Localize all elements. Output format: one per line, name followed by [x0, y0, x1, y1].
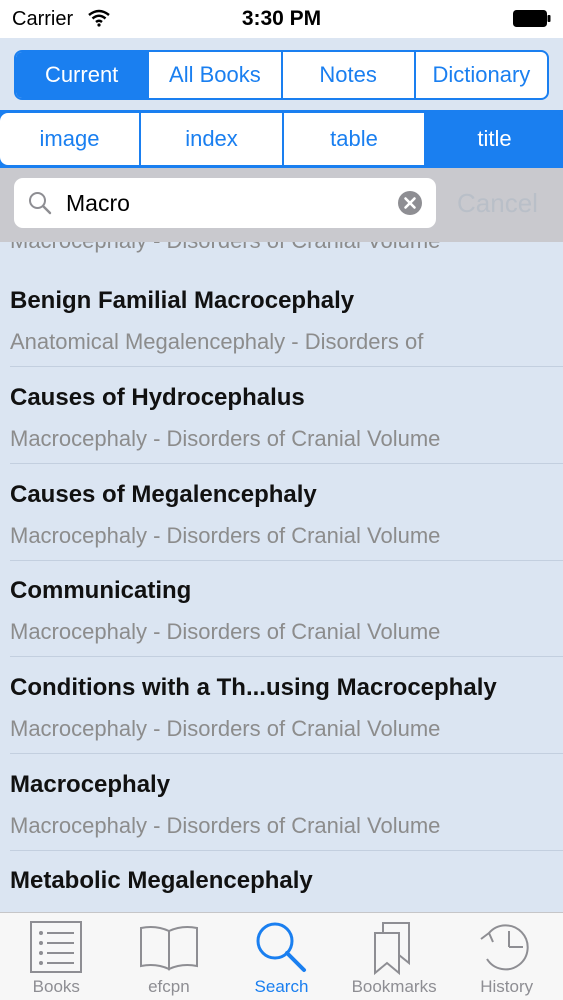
tab-current[interactable]: Current [16, 52, 148, 98]
list-item[interactable]: Conditions with a Th...using Macrocephal… [0, 629, 563, 754]
tab-bar-history[interactable]: History [450, 913, 563, 1000]
tab-all-books-label: All Books [169, 62, 261, 87]
screen: Carrier 3:30 PM Current All Books Notes … [0, 0, 563, 1000]
tab-dictionary-label: Dictionary [432, 62, 531, 87]
list-item[interactable]: Benign Familial Macrocephaly Anatomical … [0, 242, 563, 367]
tab-bar-bookmarks-label: Bookmarks [351, 977, 437, 996]
tab-bar-search-label: Search [254, 977, 309, 996]
scope-segmented-control: Current All Books Notes Dictionary [14, 50, 549, 100]
list-item-title: Metabolic Megalencephaly [10, 867, 313, 894]
tab-bar-books-label: Books [32, 977, 80, 996]
list-item[interactable]: Communicating Macrocephaly - Disorders o… [0, 532, 563, 657]
tab-bar-books[interactable]: Books [0, 913, 113, 1000]
tab-title[interactable]: title [424, 113, 563, 165]
status-bar: Carrier 3:30 PM [0, 0, 563, 38]
tab-title-label: title [477, 126, 512, 151]
list-item-title: Macrocephaly [10, 771, 171, 798]
list-item-title: Benign Familial Macrocephaly [10, 287, 355, 314]
tab-bar-efcpn-label: efcpn [148, 977, 190, 996]
tab-index[interactable]: index [139, 113, 282, 165]
results-list: Macrocephaly - Disorders of Cranial Volu… [0, 242, 563, 912]
list-item[interactable]: Metabolic Megalencephaly [0, 822, 563, 912]
bookmarks-icon [374, 922, 411, 976]
search-field[interactable] [14, 178, 436, 228]
list-item-title: Causes of Hydrocephalus [10, 384, 305, 411]
book-icon [139, 926, 198, 971]
list-item-title: Causes of Megalencephaly [10, 481, 317, 508]
search-icon [29, 192, 52, 215]
search-bar: Cancel [0, 168, 563, 242]
list-item[interactable]: Macrocephaly Macrocephaly - Disorders of… [0, 726, 563, 851]
cancel-button[interactable]: Cancel [457, 188, 538, 219]
tab-image-label: image [39, 126, 100, 151]
tab-bar-efcpn[interactable]: efcpn [113, 913, 226, 1000]
list-item-title: Conditions with a Th...using Macrocephal… [10, 674, 497, 701]
tab-all-books[interactable]: All Books [147, 52, 280, 98]
battery-icon [513, 10, 551, 27]
tab-current-label: Current [44, 62, 119, 87]
tab-bar: Books efcpn Search Bookmarks History [0, 912, 563, 1000]
search-icon [256, 922, 307, 972]
list-item[interactable]: Causes of Megalencephaly Macrocephaly - … [0, 436, 563, 561]
tab-notes[interactable]: Notes [280, 52, 414, 98]
list-item-title: Communicating [10, 577, 192, 604]
list-item[interactable]: Causes of Hydrocephalus Macrocephaly - D… [0, 339, 563, 464]
tab-bar-search[interactable]: Search [225, 913, 338, 1000]
tab-image[interactable]: image [0, 113, 139, 165]
tab-bar-bookmarks[interactable]: Bookmarks [338, 913, 451, 1000]
list-icon [30, 921, 83, 973]
tab-table[interactable]: table [282, 113, 424, 165]
type-segmented-control: image index table title [0, 113, 563, 165]
history-icon [480, 924, 529, 971]
tab-table-label: table [330, 126, 378, 151]
tab-notes-label: Notes [319, 62, 377, 87]
search-input[interactable] [66, 178, 386, 228]
tab-dictionary[interactable]: Dictionary [413, 52, 547, 98]
tab-bar-history-label: History [480, 977, 534, 996]
clear-search-icon[interactable] [398, 191, 422, 215]
status-time: 3:30 PM [241, 7, 322, 30]
tab-index-label: index [185, 126, 238, 151]
